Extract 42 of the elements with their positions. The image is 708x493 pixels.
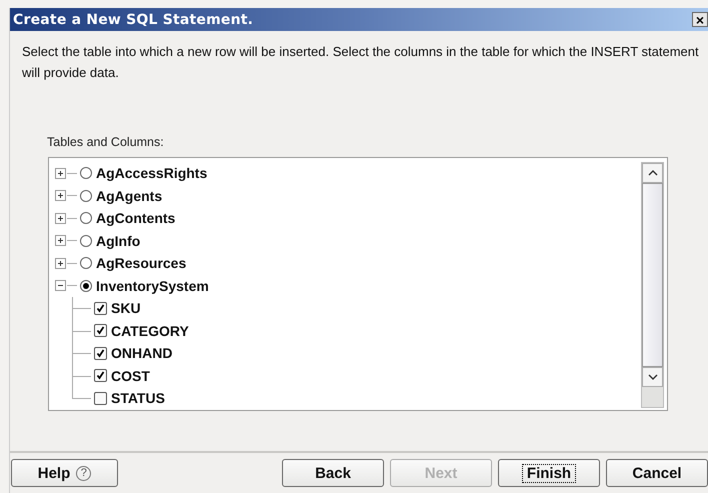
close-button[interactable]: × — [692, 12, 708, 27]
column-name[interactable]: COST — [111, 368, 150, 384]
table-name[interactable]: AgAgents — [96, 188, 162, 204]
column-name[interactable]: STATUS — [111, 390, 165, 406]
scroll-up-icon[interactable] — [648, 170, 658, 176]
radio-button[interactable] — [80, 257, 92, 270]
expander-icon[interactable] — [55, 212, 66, 224]
table-name[interactable]: AgAccessRights — [96, 165, 208, 182]
scroll-down-icon[interactable] — [648, 374, 658, 380]
dialog-button[interactable]: Cancel — [606, 459, 708, 487]
window-title: Create a New SQL Statement. — [12, 12, 254, 28]
expander-icon[interactable] — [55, 258, 66, 269]
tree-label: Tables and Columns: — [47, 135, 165, 149]
dialog-button[interactable]: Help ? — [11, 459, 118, 487]
expander-icon[interactable] — [55, 235, 66, 246]
table-name[interactable]: InventorySystem — [96, 278, 209, 294]
table-name[interactable]: AgResources — [96, 255, 186, 272]
dialog-button[interactable]: Back — [282, 459, 384, 487]
column-name[interactable]: CATEGORY — [111, 322, 189, 339]
checkbox[interactable] — [94, 324, 107, 338]
expander-icon[interactable] — [55, 168, 66, 179]
radio-button[interactable] — [80, 234, 92, 247]
dialog-button[interactable]: Finish — [498, 459, 600, 487]
table-name[interactable]: AgInfo — [96, 232, 140, 249]
expander-icon[interactable] — [55, 280, 66, 292]
table-name[interactable]: AgContents — [96, 210, 176, 226]
scrollbar[interactable] — [641, 162, 664, 408]
expander-icon[interactable] — [55, 190, 66, 202]
tree-line — [72, 297, 91, 320]
tree-line — [72, 342, 91, 364]
tree-line — [72, 320, 91, 342]
checkbox[interactable] — [94, 369, 107, 382]
column-name[interactable]: ONHAND — [111, 345, 172, 362]
column-name[interactable]: SKU — [111, 300, 141, 316]
instructions-text: Select the table into which a new row will be inserted. Select the columns in the table for which the INSERT statement will provide data. — [22, 43, 700, 82]
checkbox[interactable] — [94, 346, 107, 360]
radio-button[interactable] — [80, 167, 92, 180]
checkbox[interactable] — [94, 302, 107, 315]
radio-button[interactable] — [80, 190, 92, 202]
checkbox[interactable] — [94, 392, 107, 405]
radio-button[interactable] — [80, 212, 92, 224]
radio-button[interactable] — [80, 280, 92, 292]
